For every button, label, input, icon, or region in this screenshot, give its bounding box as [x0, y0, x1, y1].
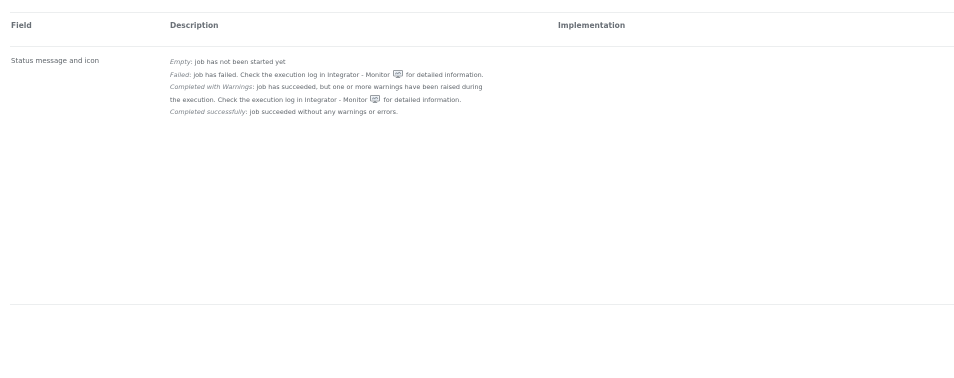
description-line-empty: Empty: job has not been started yet — [170, 56, 550, 69]
status-text-failed-a: : job has failed. Check the execution lo… — [189, 70, 390, 79]
description-line-warnings-2: the execution. Check the execution log i… — [170, 94, 550, 107]
description-line-success: Completed successfully: job succeeded wi… — [170, 106, 550, 119]
status-text-success: : job succeeded without any warnings or … — [245, 108, 399, 117]
column-header-description: Description — [170, 21, 219, 30]
status-text-failed-b: for detailed information. — [405, 70, 484, 79]
field-cell: Status message and icon — [11, 57, 100, 65]
page: Field Description Implementation Status … — [0, 0, 954, 378]
table-row: Status message and icon Empty: job has n… — [10, 47, 954, 305]
description-line-warnings-1: Completed with Warnings: job has succeed… — [170, 81, 550, 94]
fields-table: Field Description Implementation Status … — [10, 12, 954, 305]
description-cell: Empty: job has not been started yet Fail… — [170, 56, 550, 119]
status-term-success: Completed successfully — [170, 108, 246, 117]
monitor-icon — [393, 69, 403, 78]
description-line-failed: Failed: job has failed. Check the execut… — [170, 69, 550, 82]
status-text-warnings-a: : job has succeeded, but one or more war… — [252, 83, 483, 92]
status-text-warnings-c: for detailed information. — [383, 95, 462, 104]
status-text-warnings-b: the execution. Check the execution log i… — [170, 95, 368, 104]
status-term-empty: Empty — [170, 58, 191, 66]
table-header-row: Field Description Implementation — [10, 13, 954, 47]
status-term-failed: Failed — [170, 70, 190, 79]
monitor-icon — [370, 94, 381, 103]
column-header-implementation: Implementation — [558, 21, 626, 30]
status-text-empty: : job has not been started yet — [190, 58, 286, 66]
status-term-warnings: Completed with Warnings — [170, 83, 253, 92]
column-header-field: Field — [11, 21, 32, 30]
